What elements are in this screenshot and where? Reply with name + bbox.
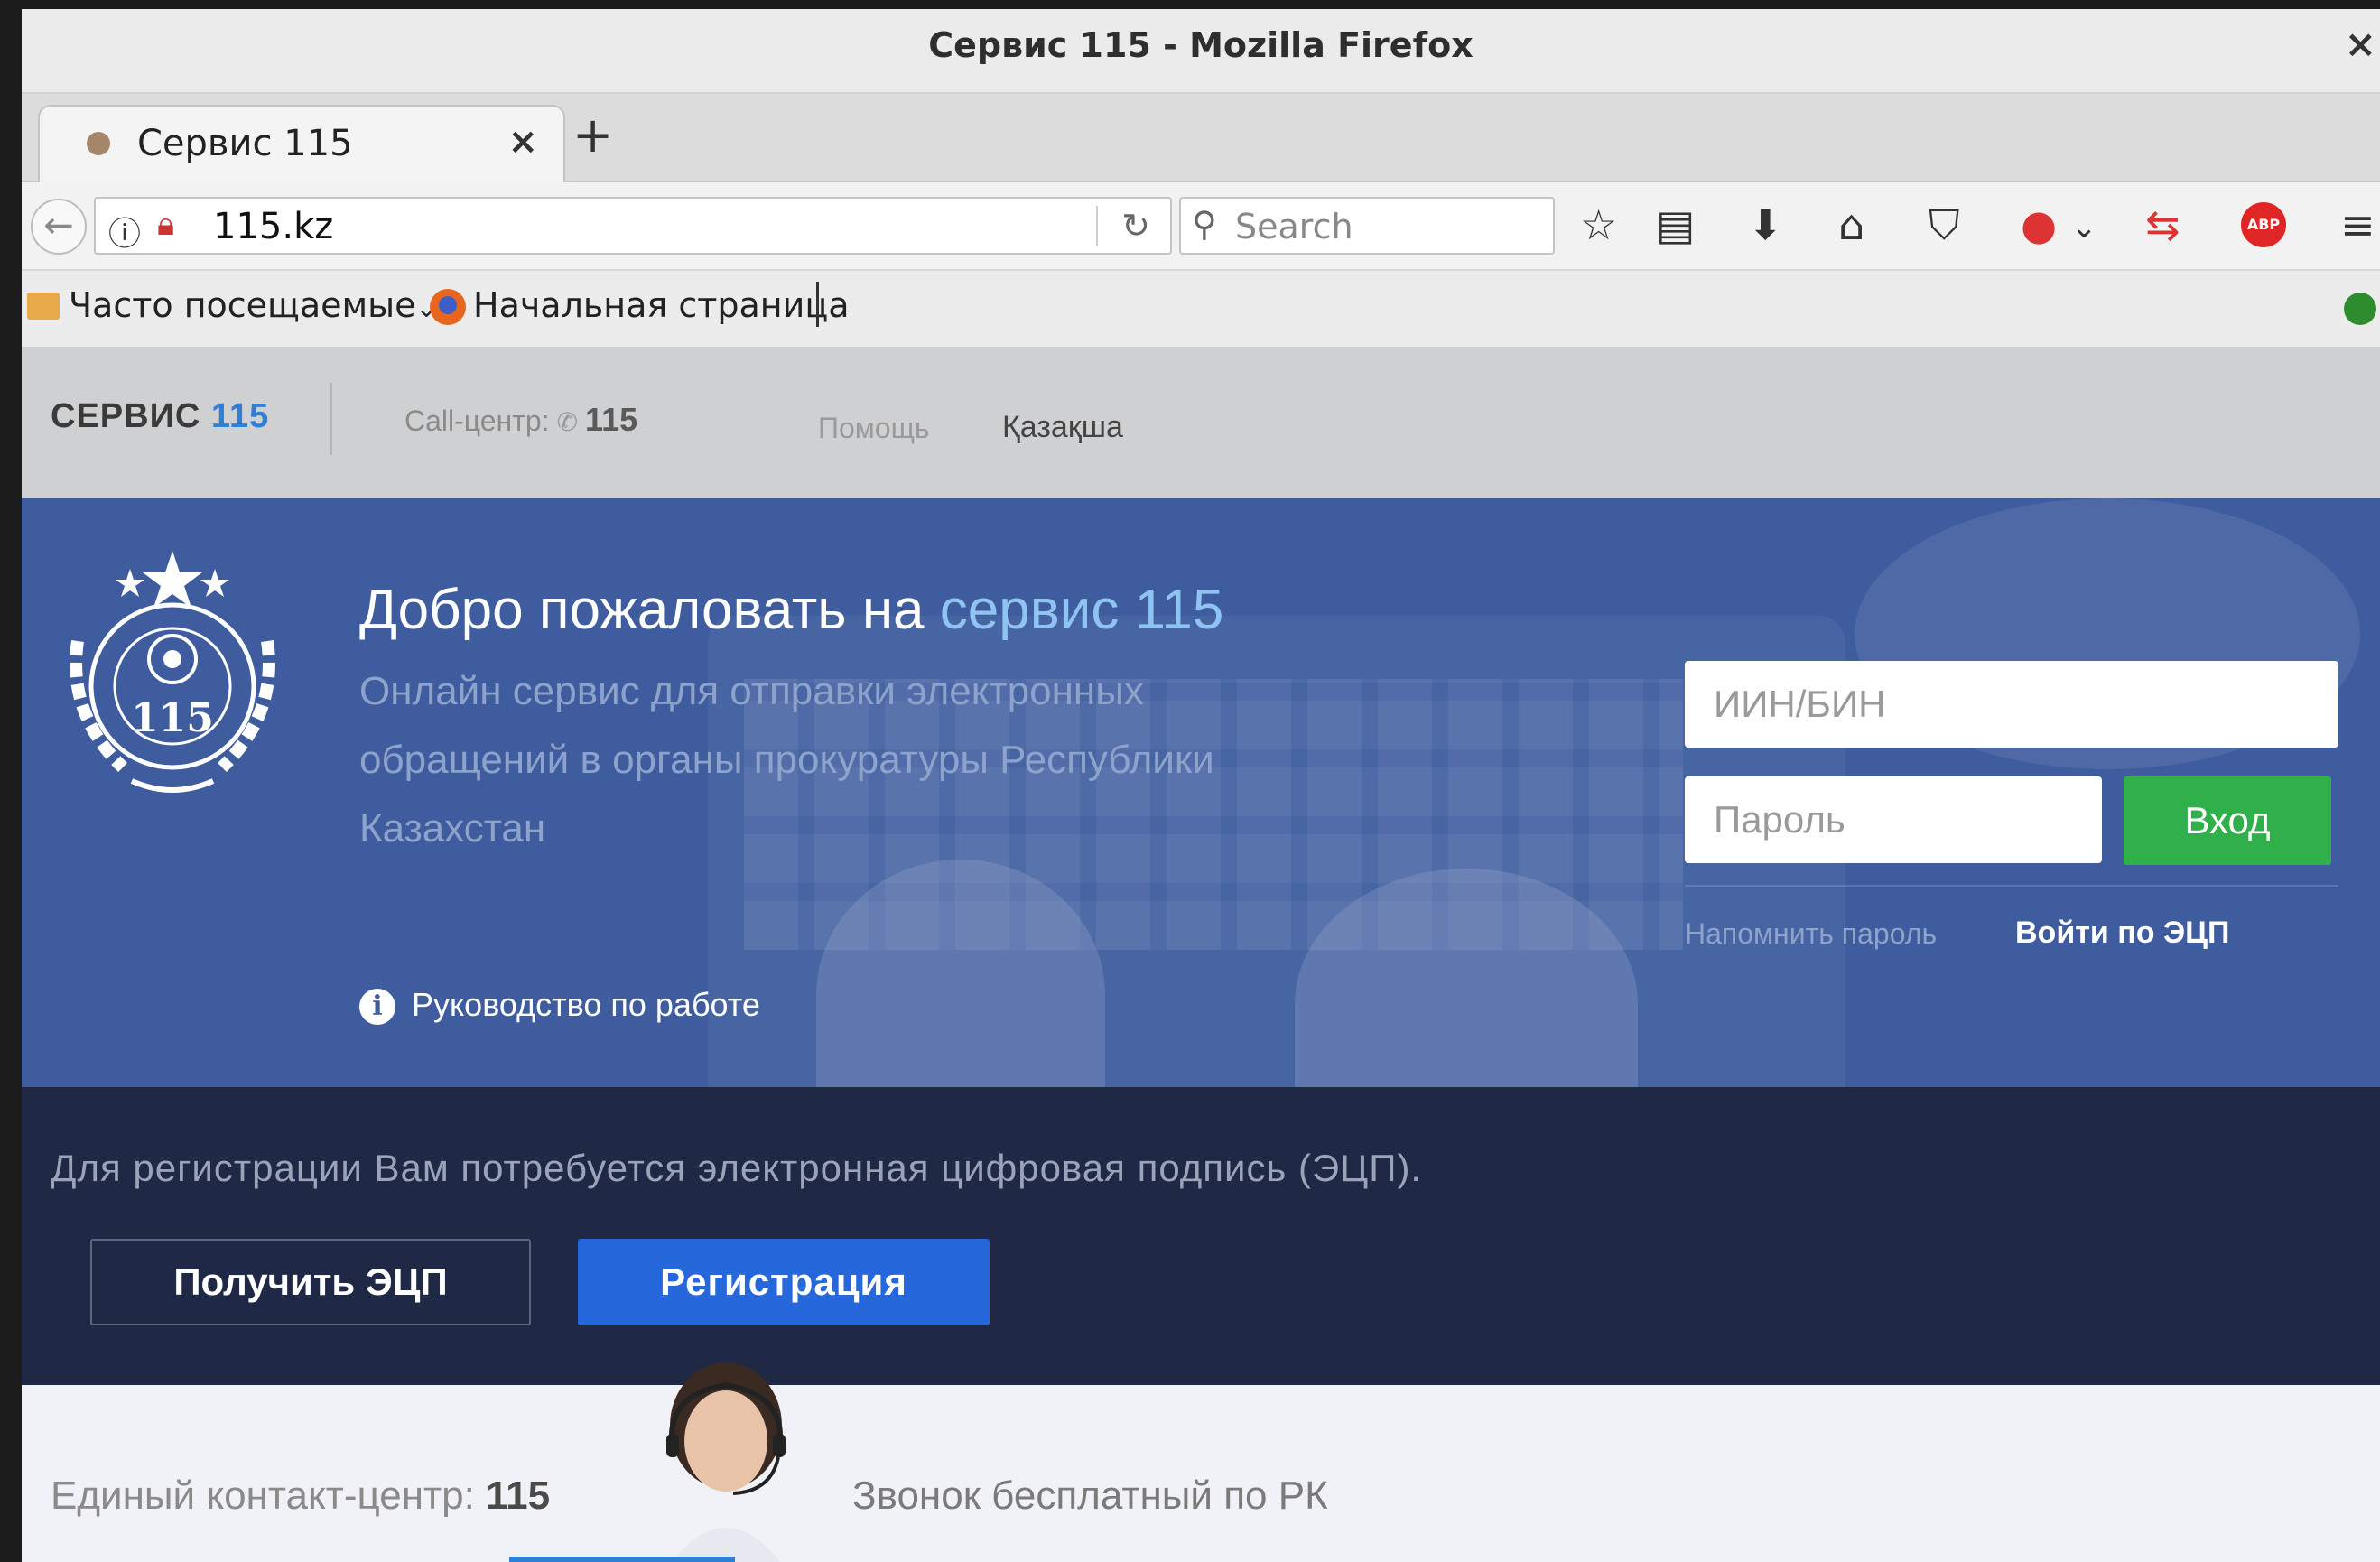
folder-icon [27, 293, 60, 320]
contact-label: Единый контакт-центр: [51, 1474, 475, 1518]
header-separator [330, 383, 332, 455]
firefox-icon [430, 289, 466, 325]
tab-close-button[interactable]: × [507, 121, 538, 163]
bookmark-most-visited[interactable]: Часто посещаемые⌄ [69, 285, 437, 325]
bottom-accent-bar [509, 1557, 735, 1562]
callcenter-number: 115 [585, 401, 638, 438]
page-content: СЕРВИС 115 Call-центр: ✆ 115 Помощь Қазақш… [22, 347, 2380, 1562]
search-icon: ⚲ [1192, 204, 1217, 244]
sync-arrows-icon[interactable]: ⇆ [2145, 200, 2180, 249]
callcenter-info: Call-центр: ✆ 115 [404, 401, 637, 439]
firefox-window: Сервис 115 - Mozilla Firefox × Сервис 11… [22, 9, 2380, 1562]
site-header: СЕРВИС 115 Call-центр: ✆ 115 Помощь Қазақш… [22, 347, 2380, 498]
info-circle-icon: i [359, 989, 395, 1026]
password-input[interactable] [1685, 776, 2102, 863]
bookmark-start-page[interactable]: Начальная страница [473, 285, 849, 325]
contact-center-text: Единый контакт-центр: 115 [51, 1474, 550, 1519]
hero-subtitle: Онлайн сервис для отправки электронных о… [359, 669, 1214, 851]
search-bar[interactable]: ⚲ [1179, 197, 1555, 255]
dropdown-icon[interactable]: ⌄ [2071, 209, 2097, 246]
url-bar[interactable]: ⓘ 🔒︎ 115.kz ↻ [94, 197, 1172, 255]
bookmarks-separator [816, 282, 819, 327]
brand-number: 115 [210, 397, 270, 435]
help-link[interactable]: Помощь [818, 412, 930, 445]
bookmarks-toolbar: Часто посещаемые⌄ Начальная страница [22, 271, 2380, 347]
search-input[interactable] [1233, 206, 1544, 247]
contact-number: 115 [486, 1474, 551, 1518]
emblem-number: 115 [131, 695, 214, 741]
download-icon[interactable]: ⬇ [1748, 200, 1783, 249]
addon-icon[interactable]: ● [2021, 200, 2057, 249]
pocket-icon[interactable]: ⛉ [1929, 200, 1960, 251]
contact-section: Единый контакт-центр: 115 Звонок бесплат… [22, 1362, 2380, 1562]
info-icon[interactable]: ⓘ [108, 208, 141, 255]
free-call-text: Звонок бесплатный по РК [852, 1474, 1328, 1518]
window-title: Сервис 115 - Mozilla Firefox [928, 25, 1474, 65]
registration-note: Для регистрации Вам потребуется электрон… [51, 1147, 1423, 1189]
language-link[interactable]: Қазақша [1002, 410, 1123, 445]
insecure-lock-icon[interactable]: 🔒︎ [157, 206, 174, 244]
welcome-accent: сервис 115 [939, 579, 1224, 641]
title-bar: Сервис 115 - Mozilla Firefox × [22, 9, 2380, 94]
brand-text: СЕРВИС [51, 397, 201, 435]
url-text[interactable]: 115.kz [213, 206, 333, 247]
remind-password-link[interactable]: Напомнить пароль [1685, 917, 1937, 951]
callcenter-label: Call-центр: [404, 404, 550, 437]
navigation-bar: ← ⓘ 🔒︎ 115.kz ↻ ⚲ ☆ ▤ ⬇ ⌂ ⛉ ● ⌄ ⇆ ABP ≡ [22, 182, 2380, 271]
adblock-icon[interactable]: ABP [2241, 202, 2286, 247]
hero-section: 115 Добро пожаловать на сервис 115 Онлай… [22, 498, 2380, 1087]
url-separator [1096, 206, 1098, 246]
phone-icon: ✆ [556, 408, 579, 436]
welcome-heading: Добро пожаловать на сервис 115 [359, 578, 1223, 642]
user-guide-label: Руководство по работе [412, 986, 760, 1023]
get-ecp-button[interactable]: Получить ЭЦП [90, 1239, 531, 1325]
menu-icon[interactable]: ≡ [2340, 200, 2375, 249]
tab-label: Сервис 115 [137, 123, 353, 164]
home-icon[interactable]: ⌂ [1838, 200, 1864, 249]
tab-strip: Сервис 115 × + [22, 94, 2380, 184]
status-dot-icon [2344, 293, 2376, 325]
login-divider [1685, 885, 2338, 887]
reload-button[interactable]: ↻ [1121, 206, 1150, 246]
registration-section: Для регистрации Вам потребуется электрон… [22, 1087, 2380, 1385]
login-button[interactable]: Вход [2124, 776, 2331, 865]
star-icon[interactable]: ☆ [1580, 200, 1617, 249]
window-close-button[interactable]: × [2345, 22, 2376, 66]
reading-list-icon[interactable]: ▤ [1656, 200, 1695, 249]
iin-bin-input[interactable] [1685, 661, 2338, 748]
operator-photo [666, 1362, 786, 1562]
prosecutor-emblem-icon: 115 [70, 551, 275, 793]
site-logo[interactable]: СЕРВИС 115 [51, 397, 269, 436]
back-button[interactable]: ← [31, 199, 87, 255]
new-tab-button[interactable]: + [572, 107, 613, 163]
register-button[interactable]: Регистрация [578, 1239, 990, 1325]
ecp-login-link[interactable]: Войти по ЭЦП [2015, 916, 2229, 951]
favicon-icon [87, 132, 110, 155]
user-guide-link[interactable]: i Руководство по работе [359, 986, 760, 1026]
tab-servis-115[interactable]: Сервис 115 × [38, 105, 565, 184]
welcome-prefix: Добро пожаловать на [359, 579, 925, 641]
bookmark-most-visited-label: Часто посещаемые [69, 285, 416, 325]
